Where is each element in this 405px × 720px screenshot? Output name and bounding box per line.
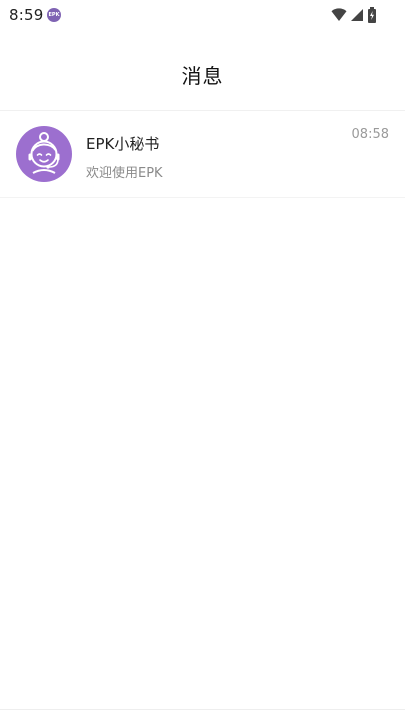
bottom-divider bbox=[0, 709, 405, 710]
battery-icon bbox=[367, 7, 377, 23]
customer-service-avatar-icon bbox=[16, 123, 72, 185]
title-bar: 消息 bbox=[0, 30, 405, 111]
cell-signal-icon bbox=[350, 8, 364, 22]
message-sender-name: EPK小秘书 bbox=[86, 135, 160, 153]
message-timestamp: 08:58 bbox=[351, 127, 389, 142]
message-preview: 欢迎使用EPK bbox=[86, 166, 163, 181]
status-time: 8:59 bbox=[9, 6, 44, 24]
status-bar: 8:59 EPK bbox=[0, 0, 405, 30]
status-icons bbox=[331, 7, 377, 23]
message-item-epk-secretary[interactable]: EPK小秘书 欢迎使用EPK 08:58 bbox=[0, 111, 405, 198]
wifi-icon bbox=[331, 8, 347, 22]
message-list: EPK小秘书 欢迎使用EPK 08:58 bbox=[0, 111, 405, 198]
app-notification-icon: EPK bbox=[47, 8, 61, 22]
page-title: 消息 bbox=[181, 64, 224, 88]
